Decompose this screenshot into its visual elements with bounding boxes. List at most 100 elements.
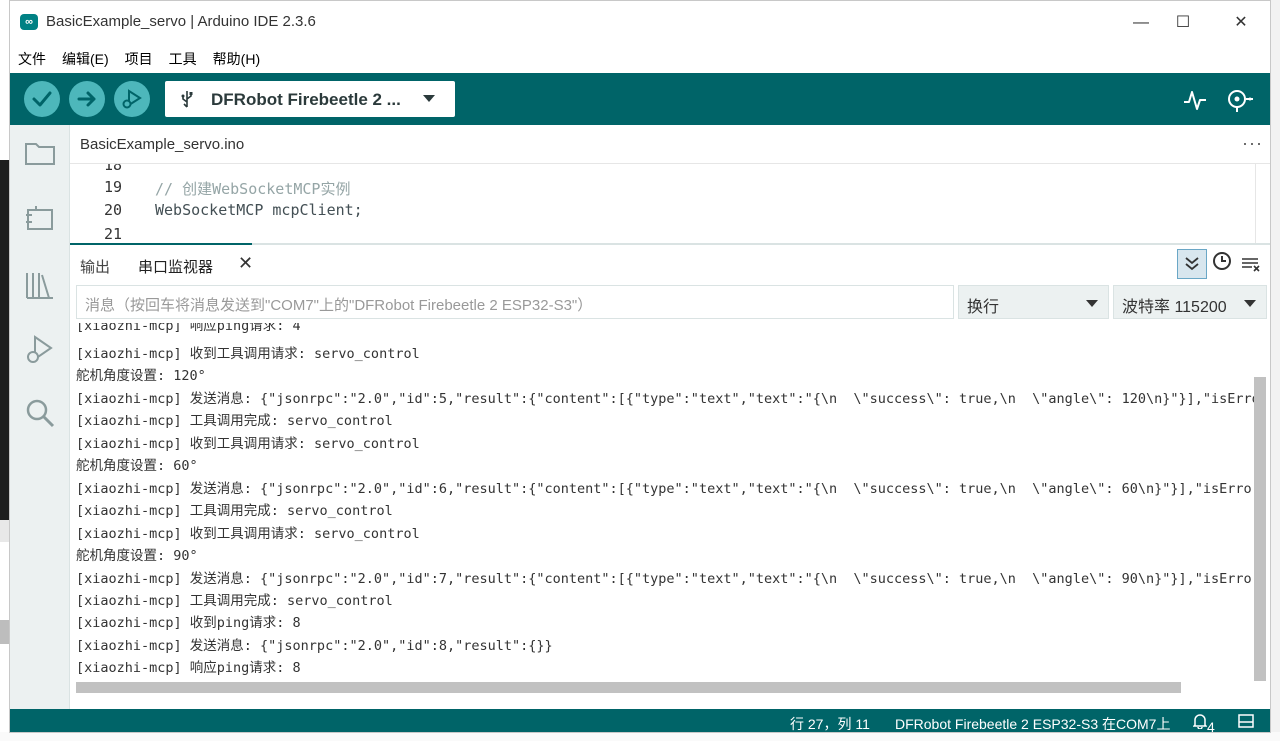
- arduino-logo-icon: ∞: [20, 14, 38, 30]
- close-button[interactable]: ✕: [1218, 9, 1264, 37]
- output-line: 舵机角度设置: 60°: [76, 458, 198, 474]
- toolbar: DFRobot Firebeetle 2 ...: [10, 73, 1270, 125]
- menu-help[interactable]: 帮助(H): [205, 45, 268, 73]
- upload-button[interactable]: [69, 81, 105, 117]
- output-line: [xiaozhi-mcp] 收到ping请求: 8: [76, 615, 301, 631]
- output-line: [xiaozhi-mcp] 工具调用完成: servo_control: [76, 593, 393, 609]
- output-line: [xiaozhi-mcp] 工具调用完成: servo_control: [76, 413, 393, 429]
- usb-icon: [181, 91, 193, 108]
- upload-icon: [77, 91, 96, 107]
- sketchbook-folder-icon: [25, 143, 55, 165]
- baud-rate-select[interactable]: 波特率 115200: [1113, 285, 1267, 319]
- serial-monitor-icon: [1228, 90, 1253, 112]
- serial-plotter-button[interactable]: [1182, 87, 1208, 118]
- minimize-button[interactable]: —: [1118, 9, 1164, 37]
- line-number: 21: [103, 225, 122, 243]
- close-tab-icon[interactable]: ✕: [238, 253, 253, 274]
- timestamp-toggle[interactable]: [1208, 249, 1238, 279]
- chevron-down-icon: [423, 95, 435, 102]
- library-manager-button[interactable]: [24, 269, 56, 301]
- code-line: 18: [70, 164, 1255, 179]
- output-vertical-scroll-thumb[interactable]: [1254, 377, 1266, 681]
- editor-tab-label: BasicExample_servo.ino: [80, 136, 245, 153]
- chevron-down-icon: [1086, 300, 1098, 307]
- menu-edit[interactable]: 编辑(E): [54, 45, 117, 73]
- serial-plotter-icon: [1184, 91, 1206, 110]
- desktop-background-bottom: [0, 732, 1280, 741]
- baud-rate-value: 波特率 115200: [1122, 299, 1227, 316]
- chevron-down-icon: [1244, 300, 1256, 307]
- library-manager-icon: [26, 273, 53, 299]
- debug-button[interactable]: [24, 333, 56, 365]
- serial-output[interactable]: [xiaozhi-mcp] 响应ping请求: 4 [xiaozhi-mcp] …: [76, 323, 1254, 681]
- debug-icon: [27, 335, 53, 363]
- search-icon: [26, 399, 55, 428]
- verify-button[interactable]: [24, 81, 60, 117]
- output-line: [xiaozhi-mcp] 响应ping请求: 8: [76, 660, 301, 676]
- line-number: 18: [103, 164, 122, 174]
- output-line: [xiaozhi-mcp] 收到工具调用请求: servo_control: [76, 526, 420, 542]
- board-name: DFRobot Firebeetle 2 ...: [211, 90, 401, 109]
- sketchbook-button[interactable]: [24, 137, 56, 169]
- panel-layout-icon: [1238, 714, 1254, 728]
- output-horizontal-scroll-thumb[interactable]: [76, 682, 1181, 693]
- menu-tools[interactable]: 工具: [161, 45, 205, 73]
- status-bar: 行 27，列 11 DFRobot Firebeetle 2 ESP32-S3 …: [10, 709, 1270, 732]
- clock-icon: [1213, 252, 1231, 270]
- code-line: 19 // 创建WebSocketMCP实例: [70, 178, 1255, 201]
- cursor-position[interactable]: 行 27，列 11: [790, 714, 870, 732]
- output-line: [xiaozhi-mcp] 响应ping请求: 4: [76, 323, 301, 334]
- output-line: [xiaozhi-mcp] 工具调用完成: servo_control: [76, 503, 393, 519]
- debugger-button[interactable]: [114, 81, 150, 117]
- debugger-icon: [122, 89, 142, 109]
- activity-sidebar: [10, 125, 70, 709]
- editor-scrollbar[interactable]: [1255, 164, 1270, 243]
- tab-serial-monitor[interactable]: 串口监视器: [138, 256, 213, 277]
- desktop-background-right: [1270, 0, 1280, 741]
- bell-icon: [1192, 714, 1208, 730]
- notification-count: 4: [1207, 719, 1215, 733]
- serial-monitor-button[interactable]: [1224, 87, 1254, 118]
- editor-tab[interactable]: BasicExample_servo.ino: [70, 125, 260, 163]
- output-line: [xiaozhi-mcp] 发送消息: {"jsonrpc":"2.0","id…: [76, 638, 553, 654]
- autoscroll-toggle[interactable]: [1177, 249, 1207, 279]
- code-line: 20 WebSocketMCP mcpClient;: [70, 201, 1255, 224]
- message-input[interactable]: 消息（按回车将消息发送到"COM7"上的"DFRobot Firebeetle …: [76, 285, 954, 319]
- code-comment: // 创建WebSocketMCP实例: [155, 180, 351, 198]
- clear-output-icon: [1242, 258, 1260, 272]
- verify-icon: [32, 91, 52, 107]
- output-line: 舵机角度设置: 90°: [76, 548, 198, 564]
- line-ending-value: 换行: [967, 299, 1000, 316]
- more-options-icon[interactable]: ···: [1242, 133, 1263, 154]
- code-editor: BasicExample_servo.ino ··· 18 19 // 创建We…: [70, 125, 1270, 243]
- clear-output-button[interactable]: [1236, 249, 1266, 279]
- menu-bar: 文件 编辑(E) 项目 工具 帮助(H): [10, 45, 1270, 73]
- boards-manager-button[interactable]: [24, 203, 56, 235]
- code-line: 21: [70, 225, 1255, 243]
- toggle-bottom-panel-button[interactable]: [1238, 714, 1254, 731]
- output-line: [xiaozhi-mcp] 收到工具调用请求: servo_control: [76, 436, 420, 452]
- arduino-ide-window: ∞ BasicExample_servo | Arduino IDE 2.3.6…: [9, 0, 1271, 733]
- search-button[interactable]: [24, 397, 56, 429]
- output-line: [xiaozhi-mcp] 发送消息: {"jsonrpc":"2.0","id…: [76, 481, 1254, 497]
- code-area[interactable]: 18 19 // 创建WebSocketMCP实例 20 WebSocketMC…: [70, 164, 1255, 243]
- bottom-panel: 输出 串口监视器 ✕ 消息（按回车将消息发送到"COM7"上的"DFRobot …: [70, 245, 1270, 709]
- menu-file[interactable]: 文件: [10, 45, 54, 73]
- output-line: [xiaozhi-mcp] 收到工具调用请求: servo_control: [76, 346, 420, 362]
- window-title: BasicExample_servo | Arduino IDE 2.3.6: [46, 13, 316, 30]
- code-text: WebSocketMCP mcpClient;: [155, 201, 363, 219]
- title-bar[interactable]: ∞ BasicExample_servo | Arduino IDE 2.3.6…: [10, 1, 1270, 45]
- output-line: [xiaozhi-mcp] 发送消息: {"jsonrpc":"2.0","id…: [76, 391, 1254, 407]
- output-line: [xiaozhi-mcp] 发送消息: {"jsonrpc":"2.0","id…: [76, 571, 1254, 587]
- board-port-status[interactable]: DFRobot Firebeetle 2 ESP32-S3 在COM7上: [895, 714, 1170, 732]
- maximize-button[interactable]: ☐: [1160, 9, 1206, 37]
- notifications-button[interactable]: 4: [1192, 714, 1215, 732]
- line-number: 20: [103, 201, 122, 219]
- line-ending-select[interactable]: 换行: [958, 285, 1109, 319]
- menu-sketch[interactable]: 项目: [117, 45, 161, 73]
- tab-output[interactable]: 输出: [80, 256, 110, 277]
- output-line: 舵机角度设置: 120°: [76, 368, 206, 384]
- board-selector[interactable]: DFRobot Firebeetle 2 ...: [165, 81, 455, 117]
- autoscroll-icon: [1185, 257, 1199, 271]
- boards-manager-icon: [26, 206, 53, 230]
